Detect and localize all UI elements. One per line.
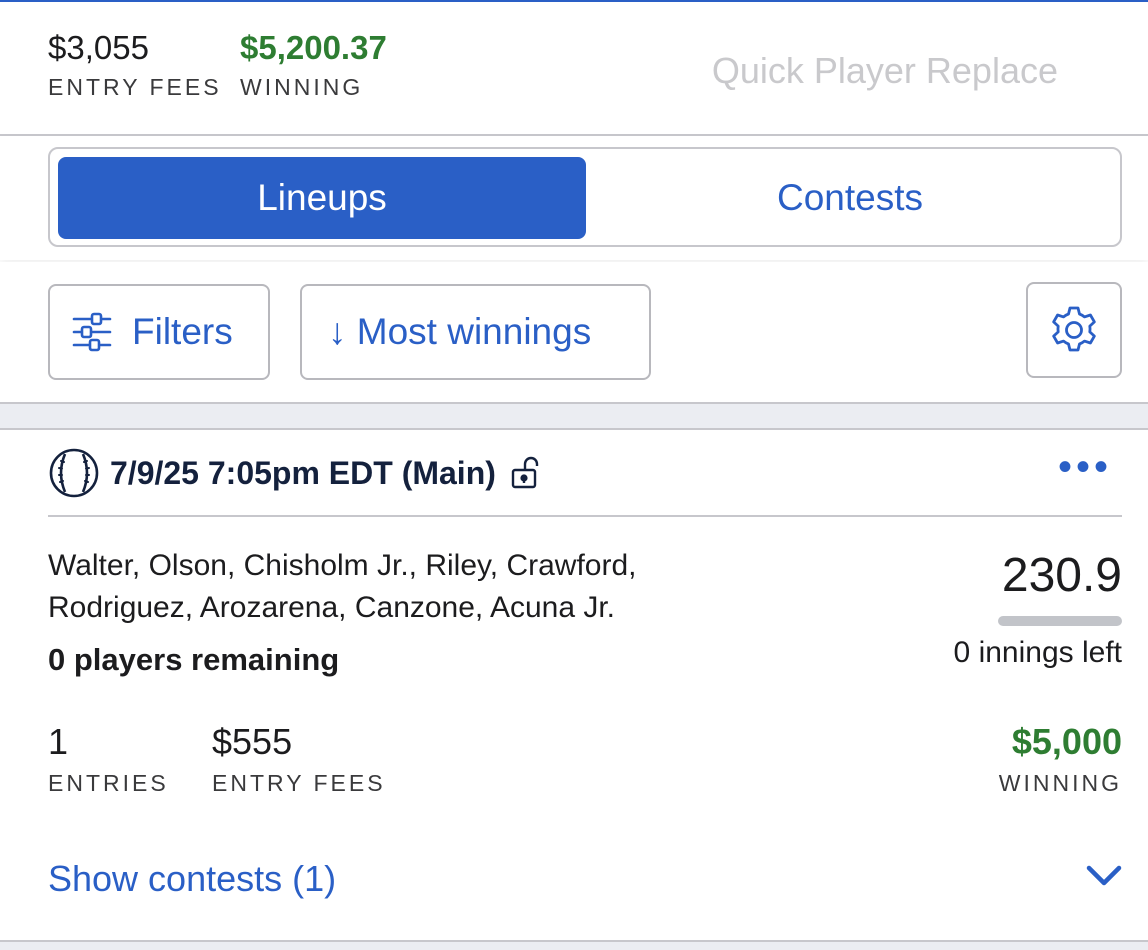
segmented-control: Lineups Contests <box>48 147 1122 247</box>
card-entry-fees-stat: $555 ENTRY FEES <box>212 722 386 797</box>
summary-header: $3,055 ENTRY FEES $5,200.37 WINNING Quic… <box>0 2 1148 134</box>
entries-value: 1 <box>48 721 69 762</box>
chevron-down-icon[interactable] <box>1084 862 1124 895</box>
bottom-separator <box>0 940 1148 950</box>
innings-left: 0 innings left <box>953 636 1122 669</box>
tab-bar: Lineups Contests <box>0 136 1148 260</box>
card-winning-value: $5,000 <box>1011 721 1122 762</box>
players-line-2: Rodriguez, Arozarena, Canzone, Acuna Jr. <box>48 591 616 624</box>
gear-icon <box>1048 304 1100 356</box>
tab-contests[interactable]: Contests <box>586 157 1114 239</box>
players-remaining: 0 players remaining <box>48 642 340 677</box>
sort-label: ↓ Most winnings <box>328 311 592 352</box>
entries-stat: 1 ENTRIES <box>48 722 169 797</box>
sliders-icon <box>70 310 114 354</box>
filters-label: Filters <box>132 311 233 352</box>
summary-winning-value: $5,200.37 <box>240 29 387 66</box>
players-line-1: Walter, Olson, Chisholm Jr., Riley, Craw… <box>48 549 637 582</box>
more-options-button[interactable]: ••• <box>1058 447 1112 487</box>
entries-label: ENTRIES <box>48 770 169 796</box>
summary-entry-fees-label: ENTRY FEES <box>48 74 222 100</box>
lineup-score: 230.9 <box>1001 549 1122 602</box>
score-progress-bar <box>998 616 1122 626</box>
summary-entry-fees-value: $3,055 <box>48 29 149 66</box>
show-contests-link[interactable]: Show contests (1) <box>48 858 336 900</box>
tab-lineups[interactable]: Lineups <box>58 157 586 239</box>
card-winning-label: WINNING <box>998 770 1122 796</box>
baseball-icon <box>48 447 100 499</box>
card-winning-stat: $5,000 WINNING <box>999 722 1122 797</box>
lineup-players: Walter, Olson, Chisholm Jr., Riley, Craw… <box>48 545 768 629</box>
card-entry-fees-value: $555 <box>212 721 293 762</box>
summary-winning: $5,200.37 WINNING <box>240 28 387 101</box>
summary-entry-fees: $3,055 ENTRY FEES <box>48 28 222 101</box>
toolbar: Filters ↓ Most winnings <box>0 262 1148 402</box>
lineup-card[interactable]: 7/9/25 7:05pm EDT (Main) ••• Walter, Ols… <box>0 430 1148 940</box>
filters-button[interactable]: Filters <box>48 284 270 380</box>
unlocked-padlock-icon <box>510 456 540 490</box>
sort-button[interactable]: ↓ Most winnings <box>300 284 651 380</box>
card-entry-fees-label: ENTRY FEES <box>212 770 386 796</box>
card-divider <box>48 515 1122 517</box>
slate-title: 7/9/25 7:05pm EDT (Main) <box>110 454 496 491</box>
summary-winning-label: WINNING <box>240 74 364 100</box>
settings-button[interactable] <box>1026 282 1122 378</box>
quick-player-replace-button[interactable]: Quick Player Replace <box>712 50 1058 92</box>
slate-header: 7/9/25 7:05pm EDT (Main) ••• <box>48 447 1122 499</box>
section-separator <box>0 402 1148 430</box>
